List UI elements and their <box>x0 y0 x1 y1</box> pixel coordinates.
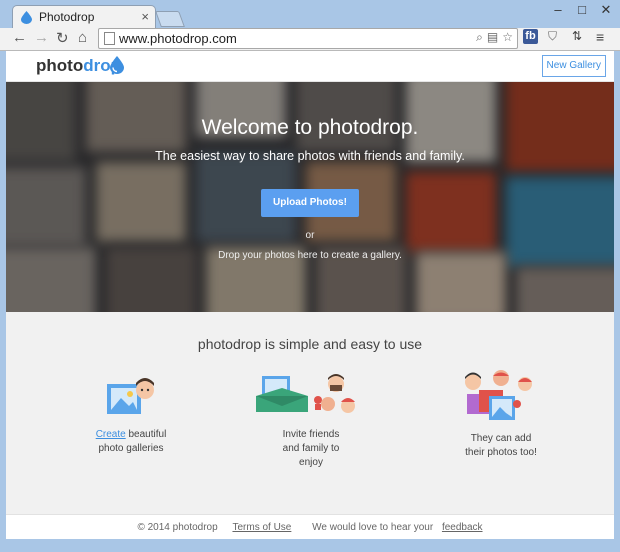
reload-icon[interactable]: ↻ <box>56 29 69 47</box>
facebook-extension-icon[interactable]: fb <box>523 29 538 44</box>
back-arrow-icon[interactable]: ← <box>12 29 27 46</box>
omnibox-icons: ⌕ ▤ ☆ <box>476 30 513 45</box>
invite-envelope-icon <box>256 374 355 413</box>
features-heading: photodrop is simple and easy to use <box>197 336 423 352</box>
translate-icon[interactable]: ▤ <box>487 30 498 45</box>
caption-line: their photos too! <box>465 447 537 458</box>
caption-line: photo galleries <box>98 443 164 454</box>
feature-invite: Invite friends and family to enjoy <box>236 370 386 470</box>
url-input[interactable] <box>119 30 419 46</box>
browser-window: Photodrop × – □ ✕ ← → ↻ ⌂ ⌕ ▤ ☆ fb ⛉ ⇅ ≡ <box>0 0 620 552</box>
feedback-link[interactable]: feedback <box>442 522 483 533</box>
tab-title: Photodrop <box>39 10 95 24</box>
photodrop-favicon-icon <box>21 11 32 24</box>
page-icon <box>104 32 115 45</box>
site-header: photodrop New Gallery <box>6 51 614 82</box>
terms-of-use-link[interactable]: Terms of Use <box>232 522 291 533</box>
close-tab-icon[interactable]: × <box>141 9 149 24</box>
shield-extension-icon[interactable]: ⛉ <box>548 29 557 44</box>
caption-line: beautiful <box>125 429 167 440</box>
features-section: photodrop is simple and easy to use Crea… <box>6 312 614 514</box>
home-icon[interactable]: ⌂ <box>78 29 87 46</box>
new-gallery-button[interactable]: New Gallery <box>541 55 606 77</box>
caption-line: Invite friends <box>282 429 340 440</box>
page-viewport: photodrop New Gallery Welcome to photodr… <box>6 51 614 539</box>
minimize-icon[interactable]: – <box>550 2 566 18</box>
zoom-icon[interactable]: ⌕ <box>476 30 483 45</box>
caption-line: They can add <box>470 433 532 444</box>
gallery-photo-icon <box>107 378 154 414</box>
address-bar[interactable]: ⌕ ▤ ☆ <box>98 28 518 49</box>
transfer-extension-icon[interactable]: ⇅ <box>572 29 582 43</box>
feature-create: Create beautiful photo galleries <box>56 370 206 456</box>
upload-photos-button[interactable]: Upload Photos! <box>261 189 359 217</box>
hero-banner: Welcome to photodrop. The easiest way to… <box>6 82 614 312</box>
feature-contribute-caption: They can add their photos too! <box>426 432 576 460</box>
feature-invite-caption: Invite friends and family to enjoy <box>236 428 386 470</box>
hero-subtitle: The easiest way to share photos with fri… <box>155 149 465 163</box>
feature-contribute: They can add their photos too! <box>426 370 576 460</box>
title-bar: Photodrop × – □ ✕ <box>0 0 620 29</box>
new-tab-button[interactable] <box>155 11 185 27</box>
feature-create-caption: Create beautiful photo galleries <box>56 428 206 456</box>
feedback-prefix: We would love to hear your <box>312 522 436 533</box>
forward-arrow-icon[interactable]: → <box>34 29 49 46</box>
site-footer: © 2014 photodrop Terms of Use We would l… <box>6 514 614 539</box>
drop-zone-text[interactable]: Drop your photos here to create a galler… <box>6 250 614 261</box>
maximize-icon[interactable]: □ <box>574 2 590 18</box>
window-controls: – □ ✕ <box>550 2 614 18</box>
menu-icon[interactable]: ≡ <box>596 29 604 45</box>
tab-photodrop[interactable]: Photodrop × <box>12 5 156 29</box>
hero-title: Welcome to photodrop. <box>201 116 419 139</box>
caption-line: and family to <box>282 443 340 454</box>
logo-text-photo: photo <box>36 56 84 75</box>
site-logo[interactable]: photodrop <box>36 56 121 76</box>
create-link[interactable]: Create <box>96 429 126 440</box>
caption-line: enjoy <box>299 457 323 468</box>
shared-photos-icon <box>465 370 532 420</box>
browser-toolbar: ← → ↻ ⌂ ⌕ ▤ ☆ fb ⛉ ⇅ ≡ <box>0 28 620 51</box>
or-text: or <box>305 230 315 241</box>
copyright-text: © 2014 photodrop <box>137 522 218 533</box>
water-drop-icon <box>110 56 124 74</box>
bookmark-star-icon[interactable]: ☆ <box>502 30 513 45</box>
close-window-icon[interactable]: ✕ <box>598 2 614 18</box>
